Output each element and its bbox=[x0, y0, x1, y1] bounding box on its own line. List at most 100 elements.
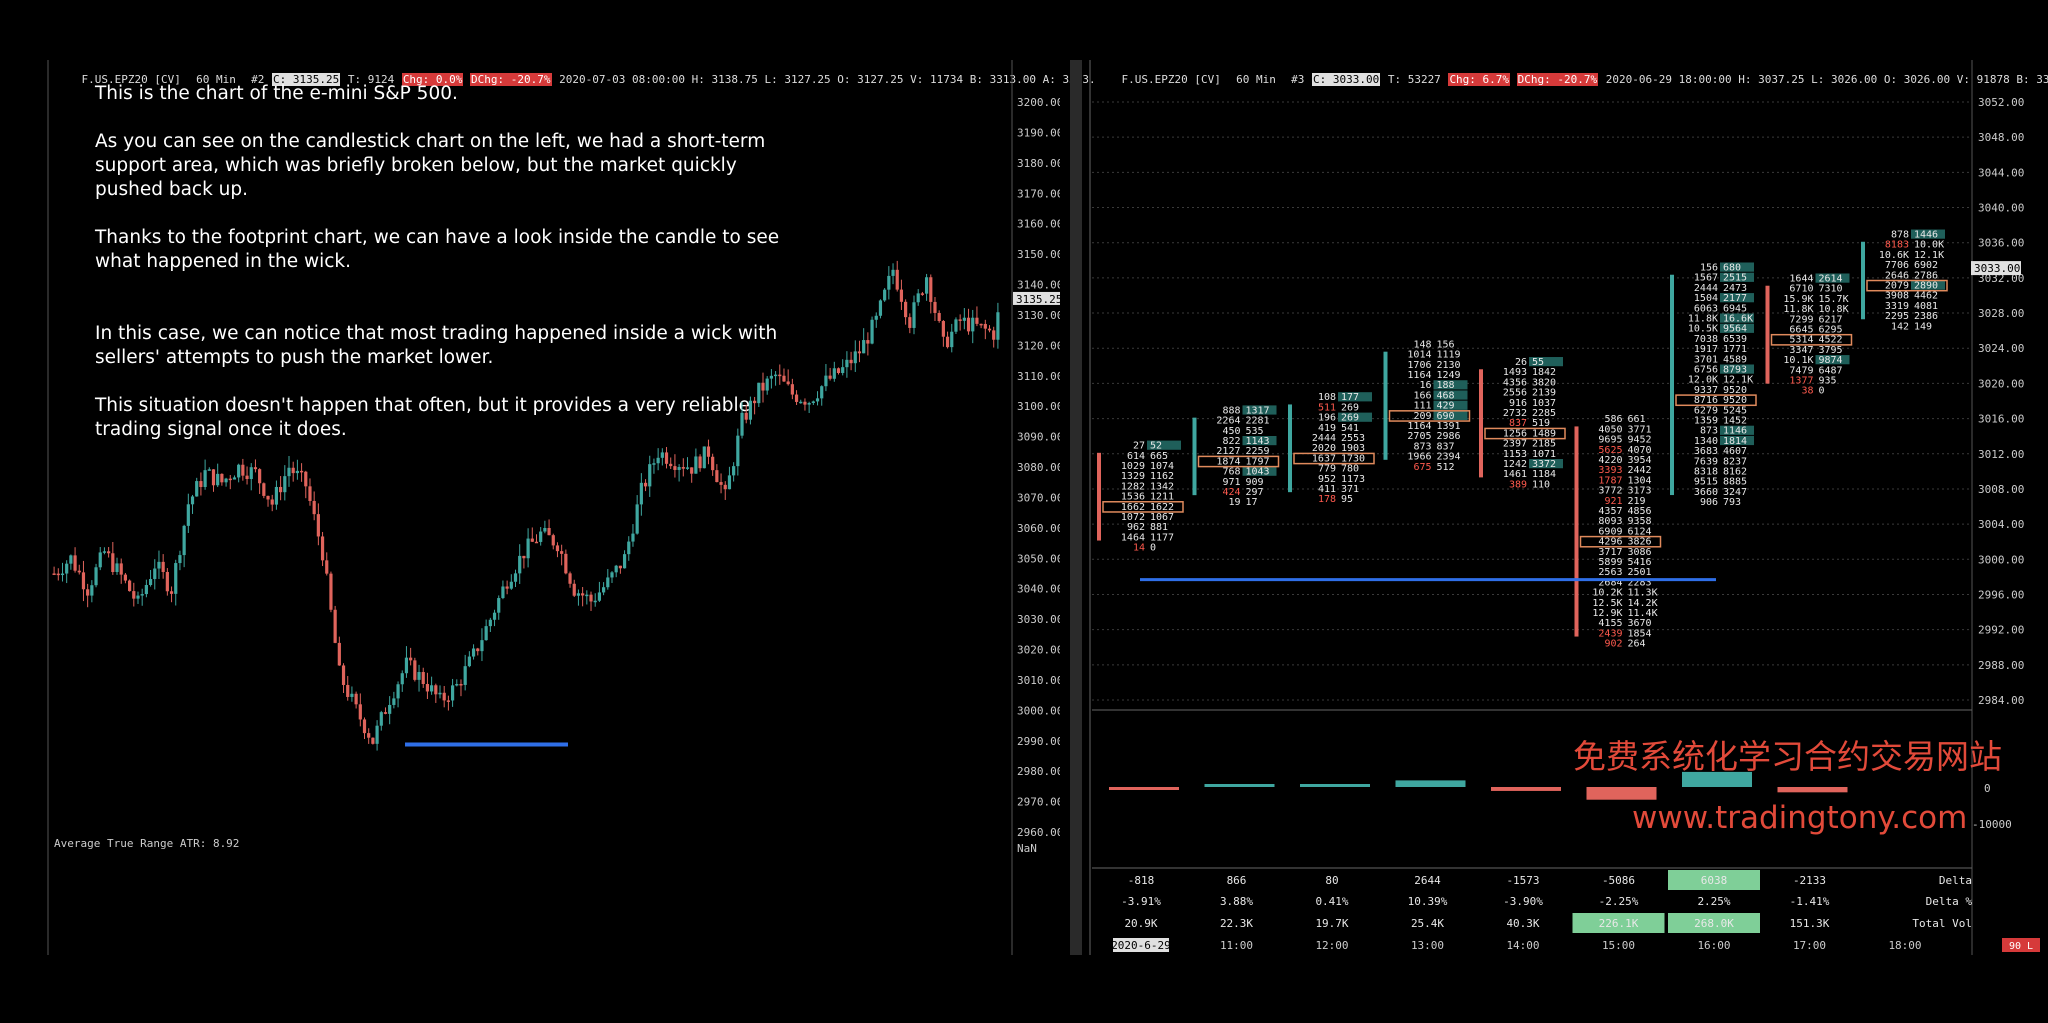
candle-body bbox=[723, 484, 727, 490]
delta-value: -818 bbox=[1128, 874, 1155, 887]
candle-body bbox=[128, 580, 132, 592]
delta-bar bbox=[1777, 787, 1848, 793]
candle-body bbox=[971, 317, 975, 332]
price-tick-label: 3150.00 bbox=[1017, 248, 1060, 261]
candle-body bbox=[513, 573, 518, 582]
candle-body bbox=[568, 573, 572, 584]
price-tick-label: 3140.00 bbox=[1017, 279, 1060, 292]
right-chart-panel: F.US.EPZ20 [CV] 60 Min #3 C: 3033.00 T: … bbox=[1060, 0, 2048, 1023]
footprint-bar: 27 52614 6651029 10741329 11621282 13421536 12… bbox=[1097, 440, 1184, 930]
candle-body bbox=[77, 570, 81, 573]
candle-body bbox=[673, 466, 677, 470]
candle-body bbox=[119, 563, 123, 575]
price-tick-label: 2980.00 bbox=[1017, 765, 1060, 778]
total-volume-value: 268.0K bbox=[1694, 917, 1734, 930]
candle-body bbox=[891, 269, 895, 276]
delta-percent-value: 0.41% bbox=[1315, 895, 1348, 908]
ask-volume: 512 bbox=[1437, 462, 1455, 473]
candle-body bbox=[153, 568, 157, 580]
time-label: 2020-6-29 bbox=[1111, 939, 1171, 952]
explanation-paragraph: This is the chart of the e-mini S&P 500. bbox=[95, 83, 458, 104]
candle-body bbox=[899, 289, 904, 302]
candle-body bbox=[677, 467, 681, 470]
candle-body bbox=[539, 531, 543, 542]
price-tick-label: 3052.00 bbox=[1978, 96, 2024, 109]
candle-body bbox=[396, 684, 400, 699]
bid-volume: 38 bbox=[1801, 386, 1813, 397]
delta-percent-value: 2.25% bbox=[1697, 895, 1730, 908]
price-tick-label: 3090.00 bbox=[1017, 431, 1060, 444]
price-tick-label: 3040.00 bbox=[1978, 202, 2024, 215]
delta-axis-tick: 0 bbox=[1984, 782, 1991, 795]
price-tick-label: 3036.00 bbox=[1978, 237, 2024, 250]
corner-badge-label: 90 L bbox=[2009, 941, 2033, 952]
delta-bar bbox=[1204, 784, 1275, 787]
candle-body bbox=[526, 538, 530, 559]
candle-body bbox=[681, 467, 685, 469]
candle-body bbox=[354, 693, 358, 705]
candle-body bbox=[299, 470, 304, 473]
candle-body bbox=[446, 700, 450, 702]
candle-body bbox=[442, 692, 446, 701]
candle-body bbox=[266, 495, 270, 500]
candle-body bbox=[841, 367, 845, 374]
candle-body bbox=[564, 553, 568, 574]
price-tick-label: 3000.00 bbox=[1978, 553, 2024, 566]
candle-body bbox=[388, 704, 392, 714]
candle-body bbox=[115, 563, 119, 573]
candle-body bbox=[190, 496, 195, 505]
candle-body bbox=[421, 672, 425, 685]
candle-body bbox=[518, 555, 522, 574]
candle-body bbox=[136, 595, 140, 599]
price-tick-label: 2988.00 bbox=[1978, 659, 2024, 672]
candle-body bbox=[815, 398, 820, 402]
candle-body bbox=[438, 692, 442, 695]
candle-body bbox=[534, 541, 539, 544]
candle-body bbox=[979, 323, 983, 326]
candle-body bbox=[811, 401, 815, 404]
delta-value: -2133 bbox=[1793, 874, 1826, 887]
delta-axis-tick: -10000 bbox=[1972, 818, 2012, 831]
time-label: 17:00 bbox=[1793, 939, 1826, 952]
summary-label: Delta bbox=[1939, 874, 1972, 887]
candle-body bbox=[488, 619, 492, 627]
candle-body bbox=[836, 368, 841, 374]
candle-body bbox=[320, 536, 325, 561]
delta-value: 80 bbox=[1325, 874, 1338, 887]
candle-body bbox=[870, 319, 874, 344]
candle-body bbox=[295, 470, 299, 474]
candle-body bbox=[274, 486, 279, 505]
candle-body bbox=[249, 467, 253, 480]
candle-body bbox=[375, 725, 379, 744]
price-tick-label: NaN bbox=[1017, 842, 1037, 855]
candle-body bbox=[283, 476, 287, 493]
candle-body bbox=[463, 666, 467, 685]
candle-body bbox=[828, 375, 832, 379]
price-tick-label: 3040.00 bbox=[1017, 583, 1060, 596]
footprint-chart[interactable]: 3052.003048.003044.003040.003036.003032.… bbox=[1060, 0, 2048, 1023]
price-tick-label: 2990.00 bbox=[1017, 735, 1060, 748]
candle-body bbox=[107, 551, 111, 554]
candle-body bbox=[471, 648, 476, 657]
candle-body bbox=[333, 609, 337, 643]
candle-body bbox=[450, 685, 455, 701]
candle-body bbox=[476, 648, 480, 652]
candle-body bbox=[270, 499, 274, 505]
candle-body bbox=[929, 277, 933, 302]
candle-body bbox=[144, 585, 148, 595]
candle-body bbox=[589, 594, 593, 602]
price-tick-label: 2960.00 bbox=[1017, 826, 1060, 839]
candle-body bbox=[794, 394, 799, 402]
footprint-body bbox=[1383, 351, 1388, 460]
candle-body bbox=[824, 375, 828, 387]
candle-body bbox=[530, 538, 534, 542]
candle-body bbox=[291, 467, 295, 474]
candle-body bbox=[148, 579, 153, 586]
price-tick-label: 3160.00 bbox=[1017, 218, 1060, 231]
delta-bar bbox=[1109, 787, 1179, 790]
candle-body bbox=[404, 657, 409, 674]
candle-body bbox=[610, 572, 614, 578]
delta-bar bbox=[1300, 784, 1370, 787]
price-tick-label: 3050.00 bbox=[1017, 552, 1060, 565]
bid-volume: 902 bbox=[1604, 639, 1622, 650]
